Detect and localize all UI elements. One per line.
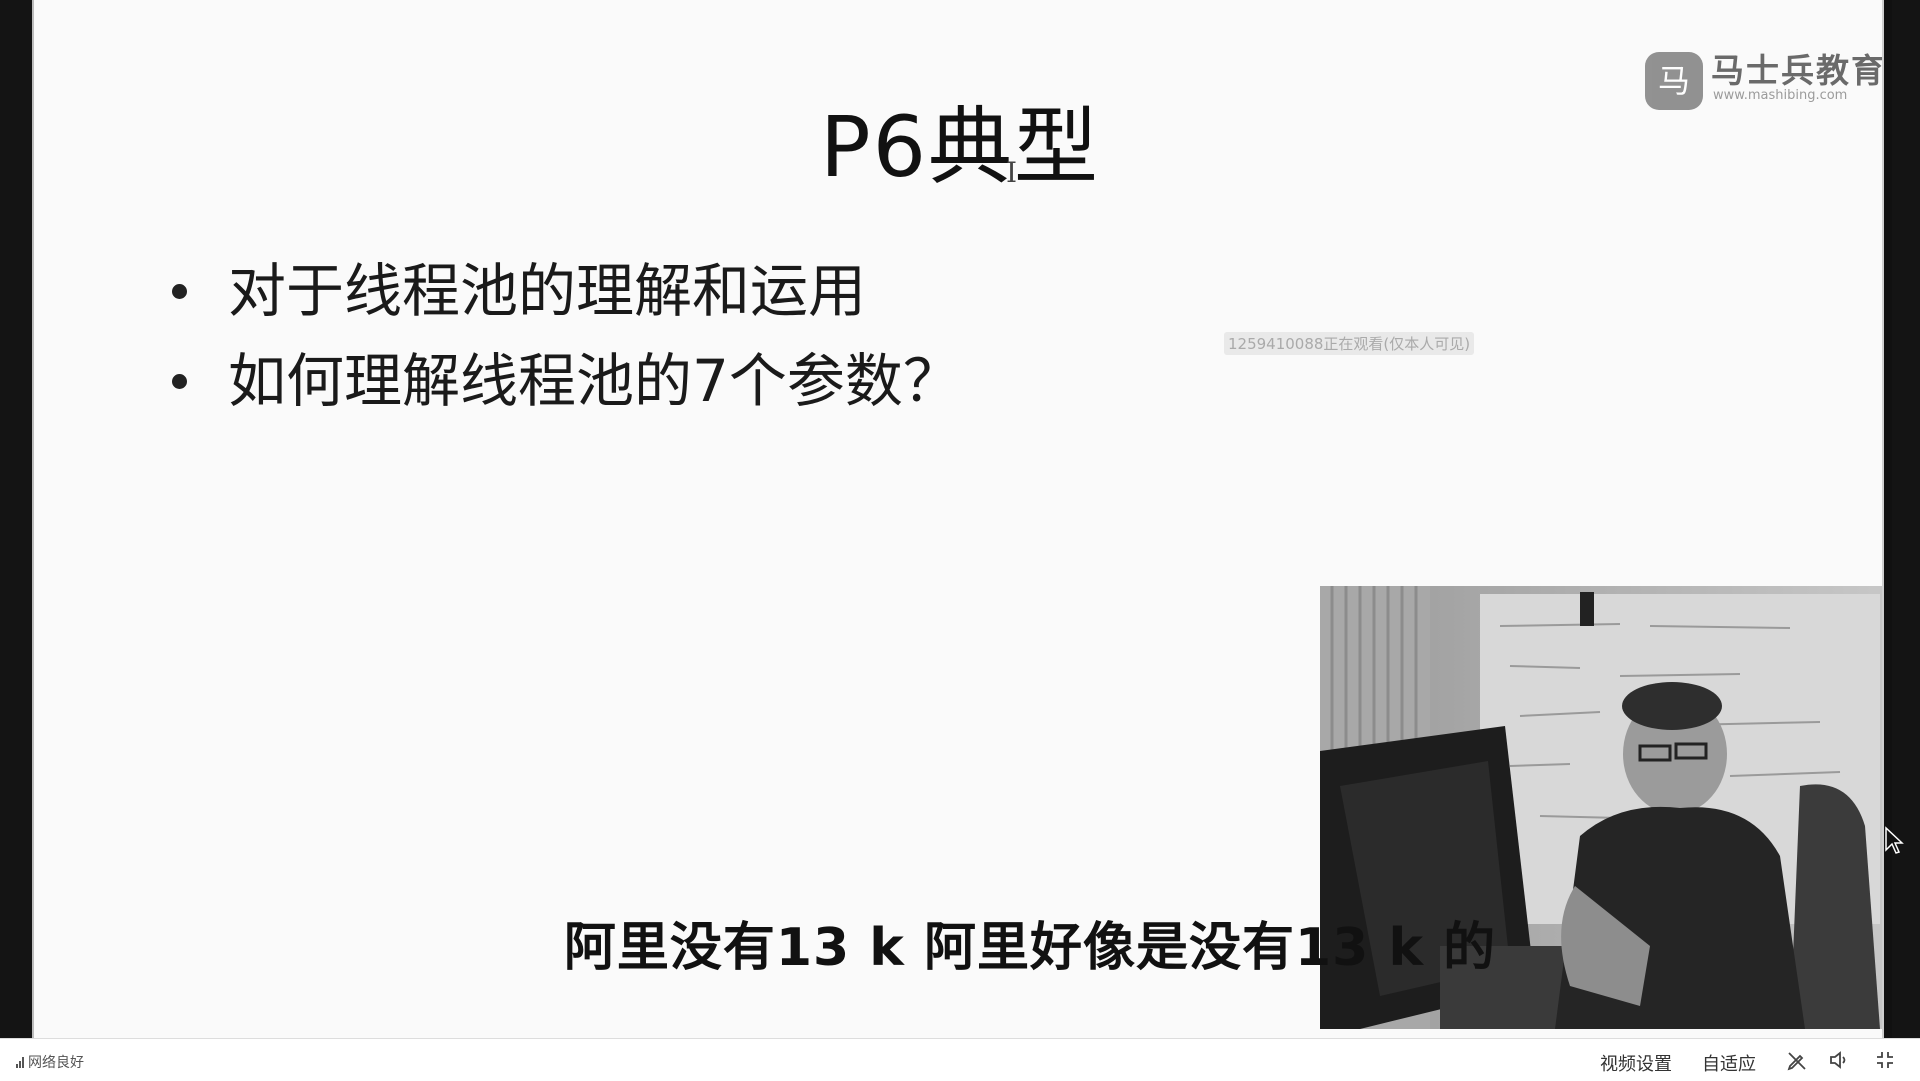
text-cursor-icon: I <box>1006 156 1018 189</box>
brand-logo: 马 马士兵教育 www.mashibing.com <box>1589 42 1884 112</box>
network-status-label: 网络良好 <box>28 1055 84 1071</box>
volume-icon[interactable] <box>1828 1049 1850 1071</box>
viewer-watermark: 1259410088正在观看(仅本人可见) <box>1224 332 1475 355</box>
bullet-item: 对于线程池的理解和运用 <box>142 246 961 336</box>
bullet-list: 对于线程池的理解和运用 如何理解线程池的7个参数？ <box>142 246 961 426</box>
left-black-border <box>0 0 32 1038</box>
presentation-slide: P6典型 I 对于线程池的理解和运用 如何理解线程池的7个参数？ 1259410… <box>32 0 1884 1038</box>
video-settings-button[interactable]: 视频设置 <box>1600 1050 1672 1076</box>
logo-badge-icon: 马 <box>1645 52 1703 110</box>
adaptive-button[interactable]: 自适应 <box>1702 1050 1756 1076</box>
subtitle-caption: 阿里没有13 k 阿里好像是没有13 k 的 <box>563 918 1497 978</box>
network-status: 网络良好 <box>16 1052 84 1072</box>
player-control-bar: 网络良好 视频设置 自适应 <box>0 1038 1920 1081</box>
bullet-text: 如何理解线程池的7个参数？ <box>228 347 961 415</box>
right-black-border <box>1892 0 1920 1038</box>
signal-strength-icon <box>16 1056 24 1068</box>
logo-url: www.mashibing.com <box>1713 88 1848 103</box>
bullet-item: 如何理解线程池的7个参数？ <box>142 336 961 426</box>
pen-off-icon[interactable] <box>1786 1049 1808 1071</box>
exit-fullscreen-icon[interactable] <box>1874 1049 1896 1071</box>
bullet-dot-icon <box>172 284 187 299</box>
bullet-text: 对于线程池的理解和运用 <box>228 257 867 325</box>
mouse-pointer-icon <box>1885 826 1904 854</box>
bullet-dot-icon <box>172 374 187 389</box>
logo-name: 马士兵教育 <box>1711 51 1884 90</box>
